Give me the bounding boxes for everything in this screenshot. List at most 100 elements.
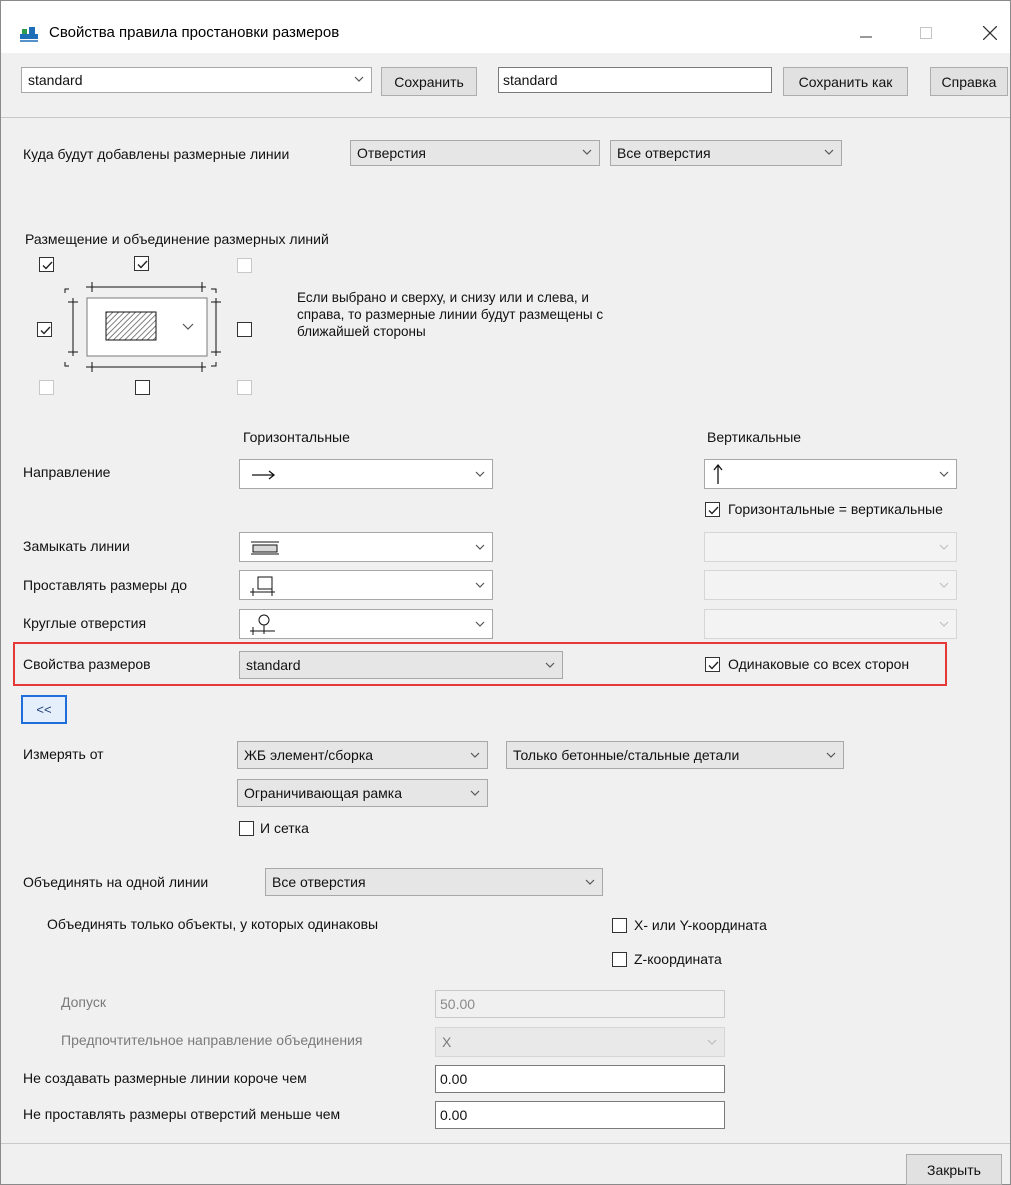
grid-label: И сетка — [260, 820, 309, 836]
tolerance-field[interactable]: 50.00 — [435, 990, 725, 1018]
placement-label: Размещение и объединение размерных линий — [25, 231, 329, 247]
chevron-down-icon — [939, 544, 949, 550]
min-length-field[interactable]: 0.00 — [435, 1065, 725, 1093]
placement-top-left-checkbox[interactable] — [39, 257, 54, 272]
same-all-sides-checkbox[interactable] — [705, 657, 720, 672]
direction-label: Направление — [23, 464, 111, 480]
save-button[interactable]: Сохранить — [381, 67, 477, 96]
chevron-down-icon — [475, 582, 485, 588]
placement-hint: Если выбрано и сверху, и снизу или и сле… — [297, 290, 604, 339]
measure-from-select[interactable]: ЖБ элемент/сборка — [237, 741, 488, 769]
target-type-select[interactable]: Отверстия — [350, 140, 600, 166]
collapse-button[interactable]: << — [21, 695, 67, 724]
preset-select[interactable]: standard — [21, 67, 372, 93]
chevron-down-icon — [475, 621, 485, 627]
placement-bottom-right-checkbox[interactable] — [237, 380, 252, 395]
horizontal-direction-select[interactable] — [239, 459, 493, 489]
placement-bottom-checkbox[interactable] — [135, 380, 150, 395]
bounding-frame-select[interactable]: Ограничивающая рамка — [237, 779, 488, 807]
same-hv-label: Горизонтальные = вертикальные — [728, 501, 943, 517]
close-button[interactable]: Закрыть — [906, 1154, 1002, 1185]
close-lines-horizontal-select[interactable] — [239, 532, 493, 562]
placement-top-right-checkbox[interactable] — [237, 258, 252, 273]
merge-only-label: Объединять только объекты, у которых оди… — [47, 916, 379, 932]
save-as-button[interactable]: Сохранить как — [783, 67, 908, 96]
close-lines-label: Замыкать линии — [23, 538, 130, 554]
merge-select[interactable]: Все отверстия — [265, 868, 603, 896]
round-holes-vertical-select[interactable] — [704, 609, 957, 639]
preset-name-input[interactable]: standard — [498, 67, 772, 93]
round-holes-label: Круглые отверстия — [23, 615, 147, 631]
close-window-button[interactable] — [967, 15, 1011, 51]
same-all-sides-label: Одинаковые со всех сторон — [728, 656, 910, 672]
min-hole-label: Не проставлять размеры отверстий меньше … — [23, 1106, 341, 1122]
round-holes-horizontal-select[interactable] — [239, 609, 493, 639]
target-label: Куда будут добавлены размерные линии — [23, 146, 290, 162]
xy-coordinate-checkbox[interactable] — [612, 918, 627, 933]
placement-diagram — [64, 282, 221, 372]
horizontal-header: Горизонтальные — [243, 429, 350, 445]
checkmark-icon — [708, 661, 719, 670]
chevron-down-icon — [545, 662, 555, 668]
chevron-down-icon — [824, 149, 834, 155]
measure-from-label: Измерять от — [23, 746, 104, 762]
placement-bottom-left-checkbox[interactable] — [39, 380, 54, 395]
preferred-direction-label: Предпочтительное направление объединения — [61, 1032, 363, 1048]
chevron-down-icon — [585, 879, 595, 885]
app-icon — [20, 27, 38, 42]
preferred-direction-select[interactable]: X — [435, 1027, 725, 1057]
round-hole-icon — [250, 614, 275, 635]
closed-line-icon — [251, 541, 279, 555]
checkmark-icon — [708, 506, 719, 515]
preset-select-value: standard — [28, 72, 83, 88]
help-button[interactable]: Справка — [930, 67, 1008, 96]
checkmark-icon — [137, 260, 148, 269]
chevron-down-icon — [475, 471, 485, 477]
vertical-direction-select[interactable] — [704, 459, 957, 489]
minimize-icon — [860, 36, 872, 38]
chevron-down-icon — [354, 76, 364, 82]
checkmark-icon — [42, 261, 53, 270]
placement-right-checkbox[interactable] — [237, 322, 252, 337]
close-icon — [983, 26, 997, 40]
vertical-header: Вертикальные — [707, 429, 802, 445]
dimension-to-label: Проставлять размеры до — [23, 577, 188, 593]
min-hole-field[interactable]: 0.00 — [435, 1101, 725, 1129]
chevron-down-icon — [826, 752, 836, 758]
chevron-down-icon — [475, 544, 485, 550]
chevron-down-icon — [939, 621, 949, 627]
close-lines-vertical-select[interactable] — [704, 532, 957, 562]
dimension-edge-icon — [250, 576, 275, 596]
dimension-props-select[interactable]: standard — [239, 651, 563, 679]
dimension-to-horizontal-select[interactable] — [239, 570, 493, 600]
chevron-down-icon — [470, 790, 480, 796]
chevron-down-icon — [582, 149, 592, 155]
minimize-button[interactable] — [843, 15, 889, 51]
arrow-up-icon — [713, 463, 723, 484]
dimension-to-vertical-select[interactable] — [704, 570, 957, 600]
z-coordinate-label: Z-координата — [634, 951, 722, 967]
placement-top-checkbox[interactable] — [134, 256, 149, 271]
grid-checkbox[interactable] — [239, 821, 254, 836]
maximize-button — [903, 15, 949, 51]
divider — [1, 117, 1010, 118]
title-bar: Свойства правила простановки размеров — [1, 1, 1010, 53]
tolerance-label: Допуск — [61, 994, 106, 1010]
maximize-icon — [920, 27, 932, 39]
min-length-label: Не создавать размерные линии короче чем — [23, 1070, 307, 1086]
placement-left-checkbox[interactable] — [37, 322, 52, 337]
z-coordinate-checkbox[interactable] — [612, 952, 627, 967]
window-title: Свойства правила простановки размеров — [49, 24, 340, 41]
divider — [1, 1143, 1010, 1144]
chevron-down-icon — [939, 582, 949, 588]
chevron-down-icon — [939, 471, 949, 477]
dimension-rule-properties-dialog: Свойства правила простановки размеров st… — [0, 0, 1011, 1185]
chevron-down-icon — [470, 752, 480, 758]
checkmark-icon — [40, 326, 51, 335]
same-hv-checkbox[interactable] — [705, 502, 720, 517]
arrow-right-icon — [252, 470, 276, 480]
measure-parts-select[interactable]: Только бетонные/стальные детали — [506, 741, 844, 769]
target-filter-select[interactable]: Все отверстия — [610, 140, 842, 166]
merge-label: Объединять на одной линии — [23, 874, 209, 890]
xy-coordinate-label: X- или Y-координата — [634, 917, 767, 933]
